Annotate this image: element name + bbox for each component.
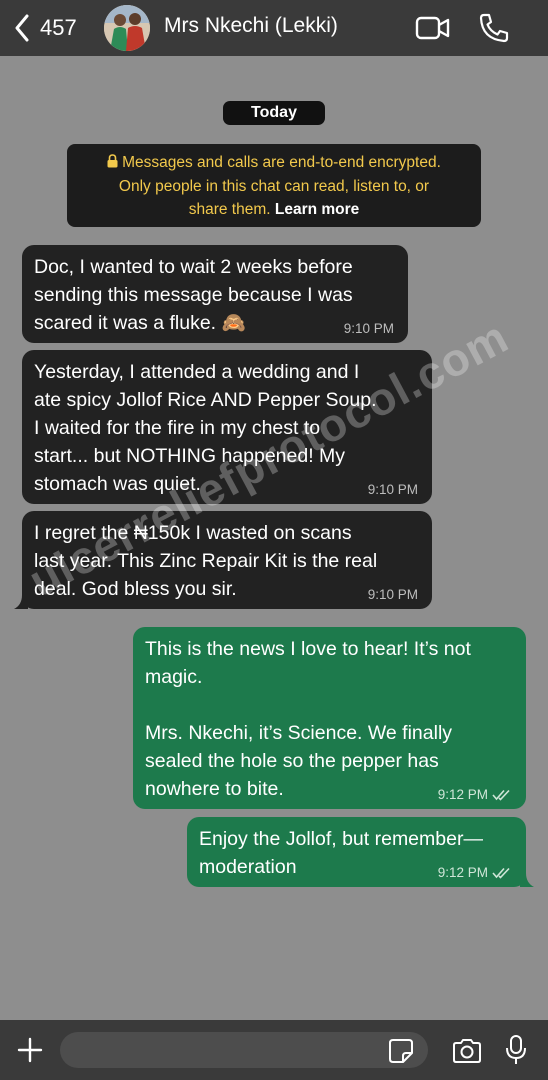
- sticker-button[interactable]: [388, 1038, 414, 1064]
- back-button[interactable]: 457: [14, 12, 77, 44]
- message-time: 9:12 PM: [437, 787, 488, 802]
- attach-button[interactable]: [16, 1036, 44, 1064]
- unread-count: 457: [40, 15, 77, 40]
- video-call-icon: [415, 16, 450, 40]
- message-time-status: 9:12 PM: [438, 787, 512, 803]
- learn-more-link[interactable]: Learn more: [275, 201, 359, 218]
- avatar-image: [104, 5, 150, 51]
- message-line: Doc, I wanted to wait 2 weeks before: [34, 256, 353, 278]
- chevron-left-icon: [15, 14, 29, 42]
- message-line: ate spicy Jollof Rice AND Pepper Soup.: [34, 389, 377, 411]
- encryption-line-1: Messages and calls are end-to-end encryp…: [122, 154, 441, 171]
- message-outgoing[interactable]: Enjoy the Jollof, but remember— moderati…: [187, 817, 534, 887]
- bubble-tail: [14, 595, 28, 609]
- message-line: stomach was quiet.: [34, 473, 201, 495]
- message-input[interactable]: [60, 1032, 428, 1068]
- camera-icon: [453, 1039, 481, 1063]
- video-call-button[interactable]: [415, 12, 451, 44]
- date-divider: Today: [223, 101, 325, 125]
- message-time: 9:10 PM: [343, 321, 394, 336]
- encryption-notice[interactable]: Messages and calls are end-to-end encryp…: [67, 144, 481, 227]
- message-line: I waited for the fire in my chest to: [34, 417, 321, 439]
- encryption-line-2: Only people in this chat can read, liste…: [118, 177, 430, 195]
- message-incoming[interactable]: Doc, I wanted to wait 2 weeks before sen…: [22, 245, 408, 343]
- double-check-icon: [492, 789, 510, 801]
- sticker-icon: [389, 1039, 413, 1063]
- message-line: magic.: [145, 666, 203, 688]
- phone-call-icon: [479, 13, 509, 43]
- message-line: last year. This Zinc Repair Kit is the r…: [34, 550, 378, 572]
- encryption-line-3: share them.: [188, 201, 275, 218]
- message-time-status: 9:12 PM: [438, 865, 512, 881]
- contact-name[interactable]: Mrs Nkechi (Lekki): [164, 14, 338, 38]
- message-outgoing[interactable]: This is the news I love to hear! It’s no…: [133, 627, 526, 809]
- message-line: Enjoy the Jollof, but remember—: [199, 828, 483, 850]
- chat-header: 457 Mrs Nkechi (Lekki): [0, 0, 548, 56]
- message-line: Mrs. Nkechi, it’s Science. We finally: [145, 722, 453, 744]
- message-time: 9:10 PM: [367, 482, 418, 497]
- message-line: deal. God bless you sir.: [34, 578, 237, 600]
- composer-bar: [0, 1020, 548, 1080]
- bubble-tail: [520, 873, 534, 887]
- plus-icon: [17, 1037, 43, 1063]
- voice-message-button[interactable]: [505, 1034, 527, 1066]
- message-line: [145, 691, 514, 719]
- message-line: sealed the hole so the pepper has: [145, 750, 439, 772]
- camera-button[interactable]: [451, 1038, 483, 1064]
- message-line: scared it was a fluke. 🙈: [34, 312, 246, 334]
- message-time: 9:10 PM: [367, 587, 418, 602]
- message-line: Yesterday, I attended a wedding and I: [34, 361, 360, 383]
- voice-call-button[interactable]: [478, 12, 514, 44]
- message-line: start... but NOTHING happened! My: [34, 445, 346, 467]
- message-line: This is the news I love to hear! It’s no…: [145, 638, 471, 660]
- double-check-icon: [492, 867, 510, 879]
- lock-icon: [107, 154, 118, 168]
- message-incoming[interactable]: I regret the ₦150k I wasted on scans las…: [14, 511, 432, 609]
- avatar[interactable]: [104, 5, 150, 51]
- message-line: sending this message because I was: [34, 284, 353, 306]
- message-time: 9:12 PM: [437, 865, 488, 880]
- message-incoming[interactable]: Yesterday, I attended a wedding and I at…: [22, 350, 432, 504]
- microphone-icon: [506, 1035, 526, 1064]
- message-line: I regret the ₦150k I wasted on scans: [34, 522, 352, 544]
